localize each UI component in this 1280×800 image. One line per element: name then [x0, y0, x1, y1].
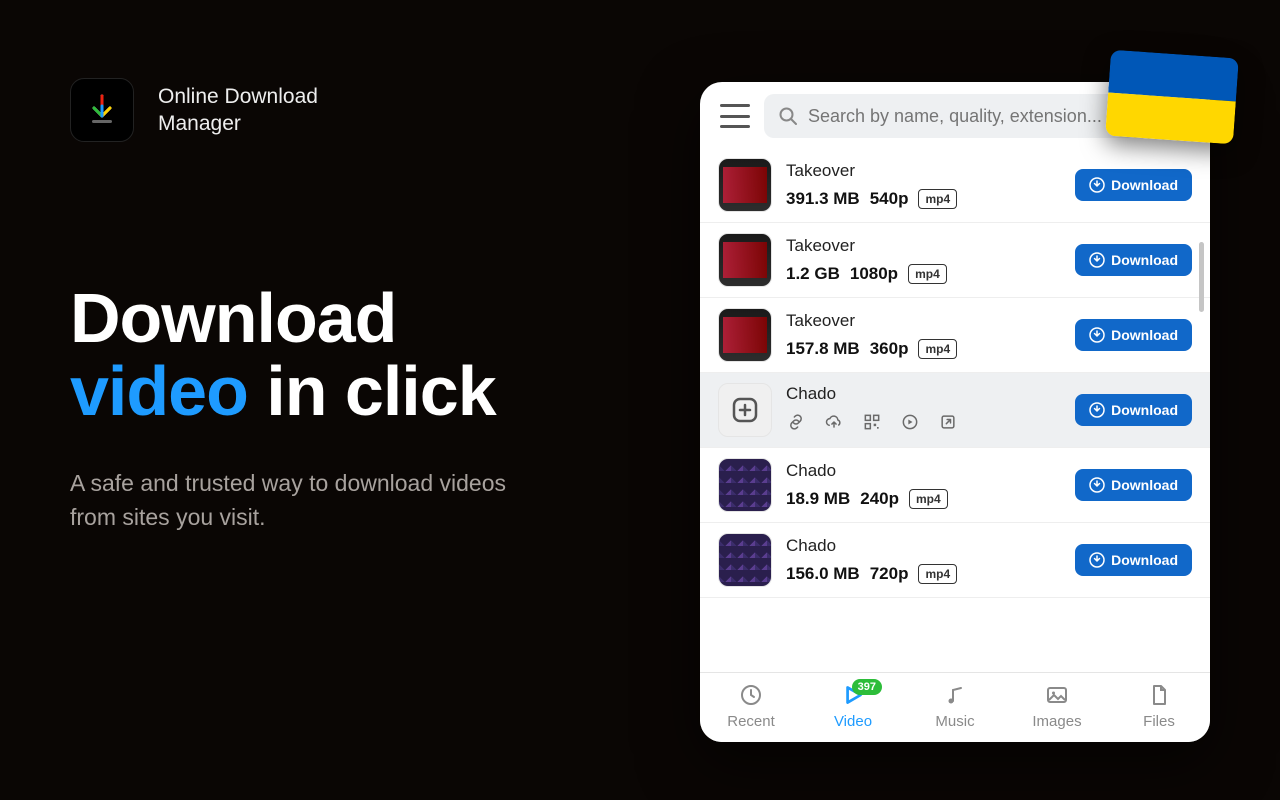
download-button[interactable]: Download [1075, 544, 1192, 576]
app-header: Online Download Manager [70, 78, 630, 142]
plus-icon [731, 396, 759, 424]
open-external-icon[interactable] [938, 412, 958, 437]
qr-icon[interactable] [862, 412, 882, 437]
image-icon [1045, 683, 1069, 707]
download-icon [1089, 402, 1105, 418]
item-info: Takeover 391.3 MB 540p mp4 [786, 161, 1061, 209]
item-ext: mp4 [918, 339, 957, 359]
promo-headline: Download video in click [70, 282, 630, 428]
download-button[interactable]: Download [1075, 319, 1192, 351]
tab-label: Recent [727, 713, 775, 730]
item-ext: mp4 [909, 489, 948, 509]
tab-video[interactable]: Video 397 [802, 681, 904, 730]
cloud-upload-icon[interactable] [824, 412, 844, 437]
item-ext: mp4 [918, 564, 957, 584]
file-icon [1147, 683, 1171, 707]
list-item[interactable]: Chado Download [700, 373, 1210, 448]
thumbnail [718, 383, 772, 437]
link-icon[interactable] [786, 412, 806, 437]
item-actions [786, 412, 1061, 437]
download-icon [1089, 327, 1105, 343]
tab-files[interactable]: Files [1108, 681, 1210, 730]
item-meta: 391.3 MB 540p mp4 [786, 189, 1061, 209]
download-icon [1089, 252, 1105, 268]
download-label: Download [1111, 477, 1178, 493]
scrollbar[interactable] [1199, 152, 1204, 652]
tab-recent[interactable]: Recent [700, 681, 802, 730]
download-button[interactable]: Download [1075, 244, 1192, 276]
item-ext: mp4 [918, 189, 957, 209]
download-icon [1089, 477, 1105, 493]
download-label: Download [1111, 552, 1178, 568]
download-label: Download [1111, 177, 1178, 193]
item-title: Chado [786, 536, 1061, 556]
item-info: Takeover 1.2 GB 1080p mp4 [786, 236, 1061, 284]
promo-subhead: A safe and trusted way to download video… [70, 466, 540, 535]
thumbnail [718, 158, 772, 212]
list-item[interactable]: Chado 18.9 MB 240p mp4 Download [700, 448, 1210, 523]
item-meta: 156.0 MB 720p mp4 [786, 564, 1061, 584]
app-window: Takeover 391.3 MB 540p mp4 Download Takeover 1… [700, 82, 1210, 742]
item-quality: 540p [870, 189, 909, 209]
download-icon [1089, 552, 1105, 568]
item-ext: mp4 [908, 264, 947, 284]
thumbnail [718, 533, 772, 587]
thumbnail [718, 233, 772, 287]
tab-label: Music [935, 713, 974, 730]
download-arrow-icon [84, 92, 120, 128]
item-info: Chado 156.0 MB 720p mp4 [786, 536, 1061, 584]
download-label: Download [1111, 402, 1178, 418]
search-icon [778, 106, 798, 126]
item-size: 18.9 MB [786, 489, 850, 509]
item-quality: 240p [860, 489, 899, 509]
item-size: 156.0 MB [786, 564, 860, 584]
item-quality: 720p [870, 564, 909, 584]
list-item[interactable]: Takeover 157.8 MB 360p mp4 Download [700, 298, 1210, 373]
tab-label: Files [1143, 713, 1175, 730]
item-info: Chado 18.9 MB 240p mp4 [786, 461, 1061, 509]
item-title: Chado [786, 461, 1061, 481]
item-meta: 157.8 MB 360p mp4 [786, 339, 1061, 359]
app-logo [70, 78, 134, 142]
item-info: Chado [786, 384, 1061, 437]
item-meta: 18.9 MB 240p mp4 [786, 489, 1061, 509]
download-icon [1089, 177, 1105, 193]
item-size: 157.8 MB [786, 339, 860, 359]
download-button[interactable]: Download [1075, 169, 1192, 201]
item-title: Takeover [786, 311, 1061, 331]
clock-icon [739, 683, 763, 707]
tab-label: Video [834, 713, 872, 730]
item-title: Takeover [786, 236, 1061, 256]
thumbnail [718, 308, 772, 362]
download-button[interactable]: Download [1075, 469, 1192, 501]
item-quality: 360p [870, 339, 909, 359]
menu-button[interactable] [720, 104, 750, 128]
play-circle-icon[interactable] [900, 412, 920, 437]
list-item[interactable]: Takeover 1.2 GB 1080p mp4 Download [700, 223, 1210, 298]
item-size: 391.3 MB [786, 189, 860, 209]
ukraine-flag [1105, 50, 1239, 145]
results-list[interactable]: Takeover 391.3 MB 540p mp4 Download Takeover 1… [700, 148, 1210, 672]
tab-label: Images [1032, 713, 1081, 730]
item-meta: 1.2 GB 1080p mp4 [786, 264, 1061, 284]
item-title: Chado [786, 384, 1061, 404]
item-size: 1.2 GB [786, 264, 840, 284]
item-info: Takeover 157.8 MB 360p mp4 [786, 311, 1061, 359]
tab-music[interactable]: Music [904, 681, 1006, 730]
tab-badge: 397 [852, 679, 882, 695]
tab-images[interactable]: Images [1006, 681, 1108, 730]
download-label: Download [1111, 327, 1178, 343]
list-item[interactable]: Chado 156.0 MB 720p mp4 Download [700, 523, 1210, 598]
item-title: Takeover [786, 161, 1061, 181]
item-quality: 1080p [850, 264, 898, 284]
download-button[interactable]: Download [1075, 394, 1192, 426]
download-label: Download [1111, 252, 1178, 268]
thumbnail [718, 458, 772, 512]
bottom-tabs: Recent Video 397 Music Images Files [700, 672, 1210, 742]
app-name: Online Download Manager [158, 83, 318, 138]
list-item[interactable]: Takeover 391.3 MB 540p mp4 Download [700, 148, 1210, 223]
music-icon [943, 683, 967, 707]
